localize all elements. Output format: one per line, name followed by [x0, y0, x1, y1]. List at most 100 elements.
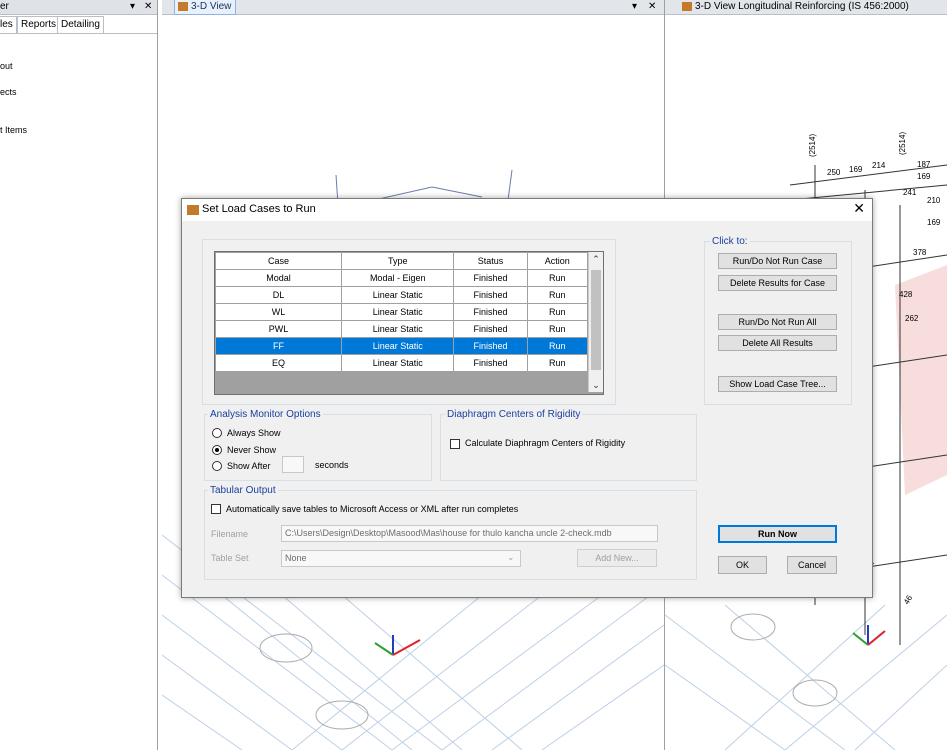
model-label: 378: [913, 248, 927, 257]
analysis-monitor-label: Analysis Monitor Options: [208, 409, 323, 420]
calculate-diaphragm-label[interactable]: Calculate Diaphragm Centers of Rigidity: [465, 438, 625, 448]
always-show-label[interactable]: Always Show: [227, 428, 281, 438]
tab-tables[interactable]: les: [0, 16, 17, 33]
cell-case[interactable]: DL: [215, 286, 343, 304]
view-title[interactable]: 3-D View Longitudinal Reinforcing (IS 45…: [679, 0, 909, 14]
cell-type[interactable]: Linear Static: [341, 286, 455, 304]
scroll-down-icon[interactable]: ⌄: [589, 378, 603, 392]
col-header-type[interactable]: Type: [341, 252, 455, 270]
app-icon: [187, 205, 199, 215]
auto-save-tables-checkbox[interactable]: [211, 504, 221, 514]
table-row[interactable]: PWL Linear Static Finished Run: [215, 320, 589, 338]
col-header-status[interactable]: Status: [453, 252, 528, 270]
run-now-button[interactable]: Run Now: [718, 525, 837, 543]
col-header-action[interactable]: Action: [526, 252, 589, 270]
show-load-case-tree-button[interactable]: Show Load Case Tree...: [718, 376, 837, 392]
scroll-up-icon[interactable]: ⌃: [589, 252, 603, 266]
model-label: 187: [917, 160, 931, 169]
cell-case[interactable]: PWL: [215, 320, 343, 338]
explorer-title-bar: er ▾ ✕: [0, 0, 157, 15]
never-show-radio[interactable]: [212, 445, 222, 455]
model-label: 169: [927, 218, 941, 227]
cell-case[interactable]: WL: [215, 303, 343, 321]
cancel-button[interactable]: Cancel: [787, 556, 837, 574]
model-label: 262: [905, 314, 919, 323]
model-label: 210: [927, 196, 941, 205]
show-after-label[interactable]: Show After: [227, 461, 271, 471]
cell-action[interactable]: Run: [526, 303, 589, 321]
cell-action[interactable]: Run: [526, 286, 589, 304]
view-title-bar: 3-D View Longitudinal Reinforcing (IS 45…: [665, 0, 947, 15]
table-row[interactable]: Modal Modal - Eigen Finished Run: [215, 269, 589, 287]
close-icon[interactable]: ✕: [648, 0, 656, 14]
cell-status[interactable]: Finished: [453, 269, 528, 287]
pin-dropdown-icon[interactable]: ▾: [130, 0, 135, 14]
col-header-case[interactable]: Case: [215, 252, 343, 270]
table-row[interactable]: WL Linear Static Finished Run: [215, 303, 589, 321]
close-icon[interactable]: ✕: [853, 200, 865, 217]
model-label: (2514): [808, 134, 817, 157]
show-after-radio[interactable]: [212, 461, 222, 471]
cell-status[interactable]: Finished: [453, 303, 528, 321]
cell-action[interactable]: Run: [526, 269, 589, 287]
cell-type[interactable]: Linear Static: [341, 303, 455, 321]
load-case-grid: Case Type Status Action Modal Modal - Ei…: [215, 252, 589, 372]
model-label: 250: [827, 168, 841, 177]
model-label: 428: [899, 290, 913, 299]
table-set-select[interactable]: None: [281, 550, 521, 567]
view-tab[interactable]: 3-D View: [174, 0, 237, 15]
cell-case[interactable]: Modal: [215, 269, 343, 287]
show-after-seconds-input[interactable]: [282, 456, 304, 473]
cell-type[interactable]: Modal - Eigen: [341, 269, 455, 287]
explorer-title: er: [0, 1, 9, 12]
cell-status[interactable]: Finished: [453, 354, 528, 372]
dialog-title: Set Load Cases to Run: [202, 203, 316, 215]
model-label: 46: [902, 593, 915, 606]
cell-type[interactable]: Linear Static: [341, 320, 455, 338]
cell-type[interactable]: Linear Static: [341, 337, 455, 355]
scrollbar-thumb[interactable]: [591, 270, 601, 370]
view-title-bar: 3-D View ▾ ✕: [162, 0, 664, 15]
cell-status[interactable]: Finished: [453, 286, 528, 304]
model-label: 241: [903, 188, 917, 197]
table-row-selected[interactable]: FF Linear Static Finished Run: [215, 337, 589, 355]
cell-action[interactable]: Run: [526, 354, 589, 372]
seconds-label: seconds: [315, 460, 349, 470]
tree-item[interactable]: out: [0, 61, 13, 71]
dialog-title-bar: Set Load Cases to Run ✕: [182, 199, 872, 221]
model-label: (2514): [898, 132, 907, 155]
cell-type[interactable]: Linear Static: [341, 354, 455, 372]
chevron-down-icon[interactable]: ⌄: [507, 552, 515, 563]
load-case-table[interactable]: Case Type Status Action Modal Modal - Ei…: [214, 251, 604, 395]
cell-case[interactable]: EQ: [215, 354, 343, 372]
table-row[interactable]: EQ Linear Static Finished Run: [215, 354, 589, 372]
set-load-cases-dialog: Set Load Cases to Run ✕ Case Type Status…: [181, 198, 873, 598]
cell-status[interactable]: Finished: [453, 320, 528, 338]
auto-save-tables-label[interactable]: Automatically save tables to Microsoft A…: [226, 504, 518, 514]
always-show-radio[interactable]: [212, 428, 222, 438]
close-icon[interactable]: ✕: [144, 0, 152, 14]
tree-item[interactable]: t Items: [0, 125, 27, 135]
ok-button[interactable]: OK: [718, 556, 767, 574]
table-scrollbar[interactable]: ⌃ ⌄: [588, 252, 603, 392]
tab-reports[interactable]: Reports: [17, 16, 61, 33]
table-row[interactable]: DL Linear Static Finished Run: [215, 286, 589, 304]
model-explorer-pane: er ▾ ✕ les Reports Detailing out ects t …: [0, 0, 158, 750]
cell-status[interactable]: Finished: [453, 337, 528, 355]
add-new-button[interactable]: Add New...: [577, 549, 657, 567]
pin-dropdown-icon[interactable]: ▾: [632, 0, 637, 14]
view-title: 3-D View: [191, 1, 232, 12]
tab-detailing[interactable]: Detailing: [57, 16, 104, 33]
filename-field[interactable]: C:\Users\Design\Desktop\Masood\Mas\house…: [281, 525, 658, 542]
cell-case[interactable]: FF: [215, 337, 343, 355]
run-do-not-run-all-button[interactable]: Run/Do Not Run All: [718, 314, 837, 330]
never-show-label[interactable]: Never Show: [227, 445, 276, 455]
model-label: 169: [849, 165, 863, 174]
delete-all-results-button[interactable]: Delete All Results: [718, 335, 837, 351]
delete-results-for-case-button[interactable]: Delete Results for Case: [718, 275, 837, 291]
calculate-diaphragm-checkbox[interactable]: [450, 439, 460, 449]
run-do-not-run-case-button[interactable]: Run/Do Not Run Case: [718, 253, 837, 269]
cell-action[interactable]: Run: [526, 320, 589, 338]
cell-action[interactable]: Run: [526, 337, 589, 355]
tree-item[interactable]: ects: [0, 87, 17, 97]
